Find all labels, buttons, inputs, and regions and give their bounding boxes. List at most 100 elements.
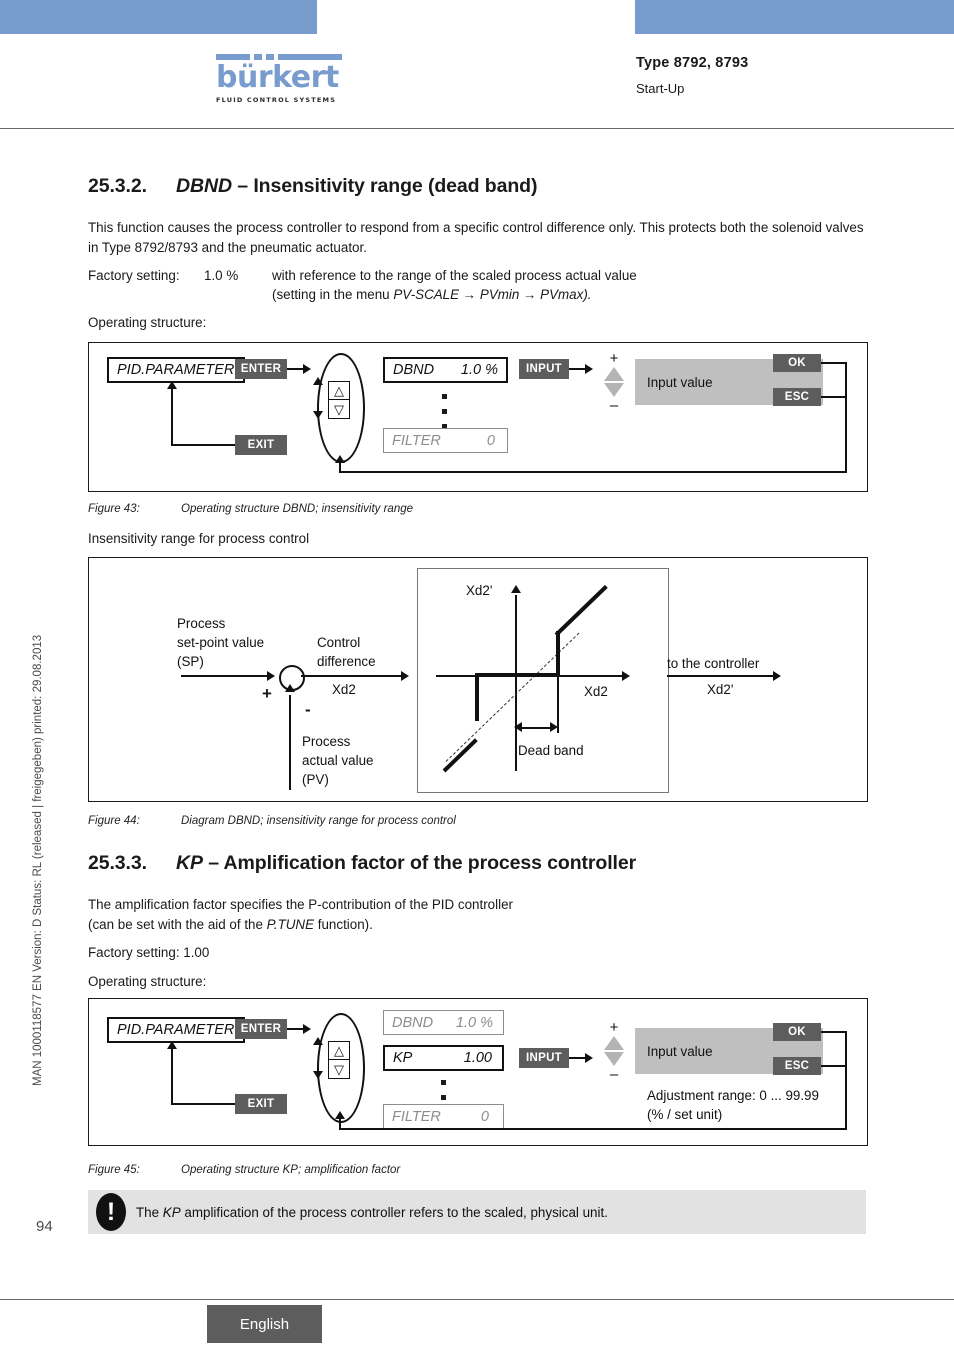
figure-43-frame: PID.PARAMETER ENTER EXIT △ ▽ DBND 1.0 % …: [88, 342, 868, 492]
section-title-italic: DBND: [176, 175, 232, 197]
plus-sign-label: +: [609, 350, 619, 367]
note-callout: ! The KP amplification of the process co…: [88, 1190, 866, 1234]
enter-button-43[interactable]: ENTER: [235, 359, 287, 379]
input-button-43[interactable]: INPUT: [519, 359, 569, 379]
section-heading-25-3-2: 25.3.2. DBND – Insensitivity range (dead …: [88, 175, 537, 198]
up-key-icon[interactable]: △: [328, 381, 350, 400]
input-value-label: Input value: [647, 375, 713, 390]
logo-wordmark: bürkert: [216, 60, 339, 95]
header-sub-line: Start-Up: [636, 81, 685, 96]
arrow-return-icon-45: [335, 1111, 345, 1119]
menu-box-filter-name: FILTER: [392, 432, 441, 449]
section-paragraph-1: This function causes the process control…: [88, 220, 864, 255]
deadband-plot: Xd2' Xd2 Dead band: [417, 568, 669, 793]
plot-y-axis: [515, 595, 517, 771]
menu-box-label: PID.PARAMETER: [117, 362, 235, 378]
menu-box-kp-value: 1.00: [463, 1050, 492, 1066]
plot-y-axis-label: Xd2': [466, 583, 493, 598]
decrease-triangle-icon-45[interactable]: [604, 1052, 624, 1066]
figure-43-caption: Figure 43: Operating structure DBND; inse…: [88, 503, 413, 515]
arrow-input-icon-45: [585, 1053, 593, 1063]
exit-button-43[interactable]: EXIT: [235, 435, 287, 455]
section2-paragraph-2: (can be set with the aid of the P.TUNE f…: [88, 917, 373, 932]
deadband-label: Dead band: [518, 743, 584, 758]
enter-button-45[interactable]: ENTER: [235, 1019, 287, 1039]
header-divider: [0, 128, 954, 129]
factory-setting-note-1: with reference to the range of the scale…: [272, 268, 637, 283]
operating-structure-label-1: Operating structure:: [88, 315, 207, 330]
updown-key-pair-43[interactable]: △ ▽: [328, 381, 350, 419]
esc-button-43[interactable]: ESC: [773, 388, 821, 406]
increase-triangle-icon[interactable]: [604, 367, 624, 381]
operating-structure-label-2: Operating structure:: [88, 974, 207, 989]
connector-exit-h: [171, 444, 235, 446]
decrease-triangle-icon[interactable]: [604, 383, 624, 397]
plot-x-axis-arrow-icon: [622, 671, 630, 681]
menu-box-kp[interactable]: KP 1.00: [383, 1045, 504, 1071]
exclamation-icon: !: [96, 1193, 126, 1231]
connector-return-up: [339, 463, 341, 473]
plusminus-control-43[interactable]: + –: [603, 350, 625, 414]
menu-box-filter-name-45: FILTER: [392, 1108, 441, 1125]
deadband-arrow-right-icon: [550, 722, 558, 732]
connector-return-h-45: [339, 1128, 847, 1130]
figure-45-caption-label: Figure 45:: [88, 1164, 140, 1176]
ellipsis-dots-45: [441, 1075, 446, 1105]
factory-setting-label: Factory setting:: [88, 268, 180, 283]
esc-button-45[interactable]: ESC: [773, 1057, 821, 1075]
exit-button-45[interactable]: EXIT: [235, 1094, 287, 1114]
menu-box-pid-parameter-45[interactable]: PID.PARAMETER: [107, 1017, 245, 1043]
menu-box-pid-parameter[interactable]: PID.PARAMETER: [107, 357, 245, 383]
xd2-line: [301, 675, 405, 677]
updown-key-pair-45[interactable]: △ ▽: [328, 1041, 350, 1079]
menu-box-filter-45[interactable]: FILTER 0: [383, 1104, 504, 1129]
menu-box-filter-43[interactable]: FILTER 0: [383, 428, 508, 453]
arrow-enter-icon-45: [303, 1024, 311, 1034]
scroll-down-arrow-icon-45: [313, 1071, 323, 1079]
section-heading-25-3-3: 25.3.3. KP – Amplification factor of the …: [88, 852, 636, 875]
menu-box-dbnd-name: DBND: [393, 362, 435, 378]
adjustment-range-label: Adjustment range: 0 ... 99.99 (% / set u…: [647, 1088, 819, 1122]
menu-box-label-45: PID.PARAMETER: [117, 1022, 235, 1038]
actual-value-label: Process actual value (PV): [302, 734, 374, 787]
connector-return-h: [339, 471, 847, 473]
menu-box-dbnd-45[interactable]: DBND 1.0 %: [383, 1010, 504, 1035]
to-controller-label: to the controller: [667, 656, 760, 671]
up-key-icon-45[interactable]: △: [328, 1041, 350, 1060]
deadband-flat-segment: [475, 673, 560, 677]
subhead-insensitivity-range: Insensitivity range for process control: [88, 531, 310, 546]
ok-button-43[interactable]: OK: [773, 354, 821, 372]
connector-esc-h: [821, 396, 847, 398]
connector-exit-h-45: [171, 1103, 235, 1105]
menu-box-filter-value-45: 0: [480, 1108, 489, 1125]
figure-44-caption-label: Figure 44:: [88, 815, 140, 827]
arrow-exit-icon: [167, 381, 177, 389]
section2-factory-setting: Factory setting: 1.00: [88, 945, 210, 960]
note-text: The KP amplification of the process cont…: [136, 1204, 608, 1220]
plus-sign-label-45: +: [609, 1019, 619, 1036]
section-title-rest-2: – Amplification factor of the process co…: [208, 852, 637, 874]
minus-sign-label: –: [609, 397, 619, 414]
header-type-line: Type 8792, 8793: [636, 55, 749, 71]
figure-44-frame: Process set-point value (SP) Control dif…: [88, 557, 868, 802]
menu-box-dbnd[interactable]: DBND 1.0 %: [383, 357, 508, 383]
minus-sign-label-45: –: [609, 1066, 619, 1083]
plusminus-control-45[interactable]: + –: [603, 1019, 625, 1083]
sp-input-line: [181, 675, 271, 677]
output-variable-label: Xd2': [707, 682, 734, 697]
footer-language-badge: English: [207, 1305, 322, 1343]
figure-45-frame: PID.PARAMETER ENTER EXIT △ ▽ DBND 1.0 % …: [88, 998, 868, 1146]
connector-ok-h-45: [821, 1031, 847, 1033]
figure-43-caption-label: Figure 43:: [88, 503, 140, 515]
down-key-icon[interactable]: ▽: [328, 400, 350, 419]
down-key-icon-45[interactable]: ▽: [328, 1060, 350, 1079]
document-meta-vertical: MAN 1000118577 EN Version: D Status: RL …: [32, 634, 44, 1086]
ok-button-45[interactable]: OK: [773, 1023, 821, 1041]
document-page: bürkert FLUID CONTROL SYSTEMS Type 8792,…: [0, 0, 954, 1350]
arrow-sp-icon: [267, 671, 275, 681]
input-button-45[interactable]: INPUT: [519, 1048, 569, 1068]
arrow-pv-icon: [285, 684, 295, 692]
menu-box-dbnd-value: 1.0 %: [460, 362, 498, 378]
arrow-output-icon: [773, 671, 781, 681]
increase-triangle-icon-45[interactable]: [604, 1036, 624, 1050]
